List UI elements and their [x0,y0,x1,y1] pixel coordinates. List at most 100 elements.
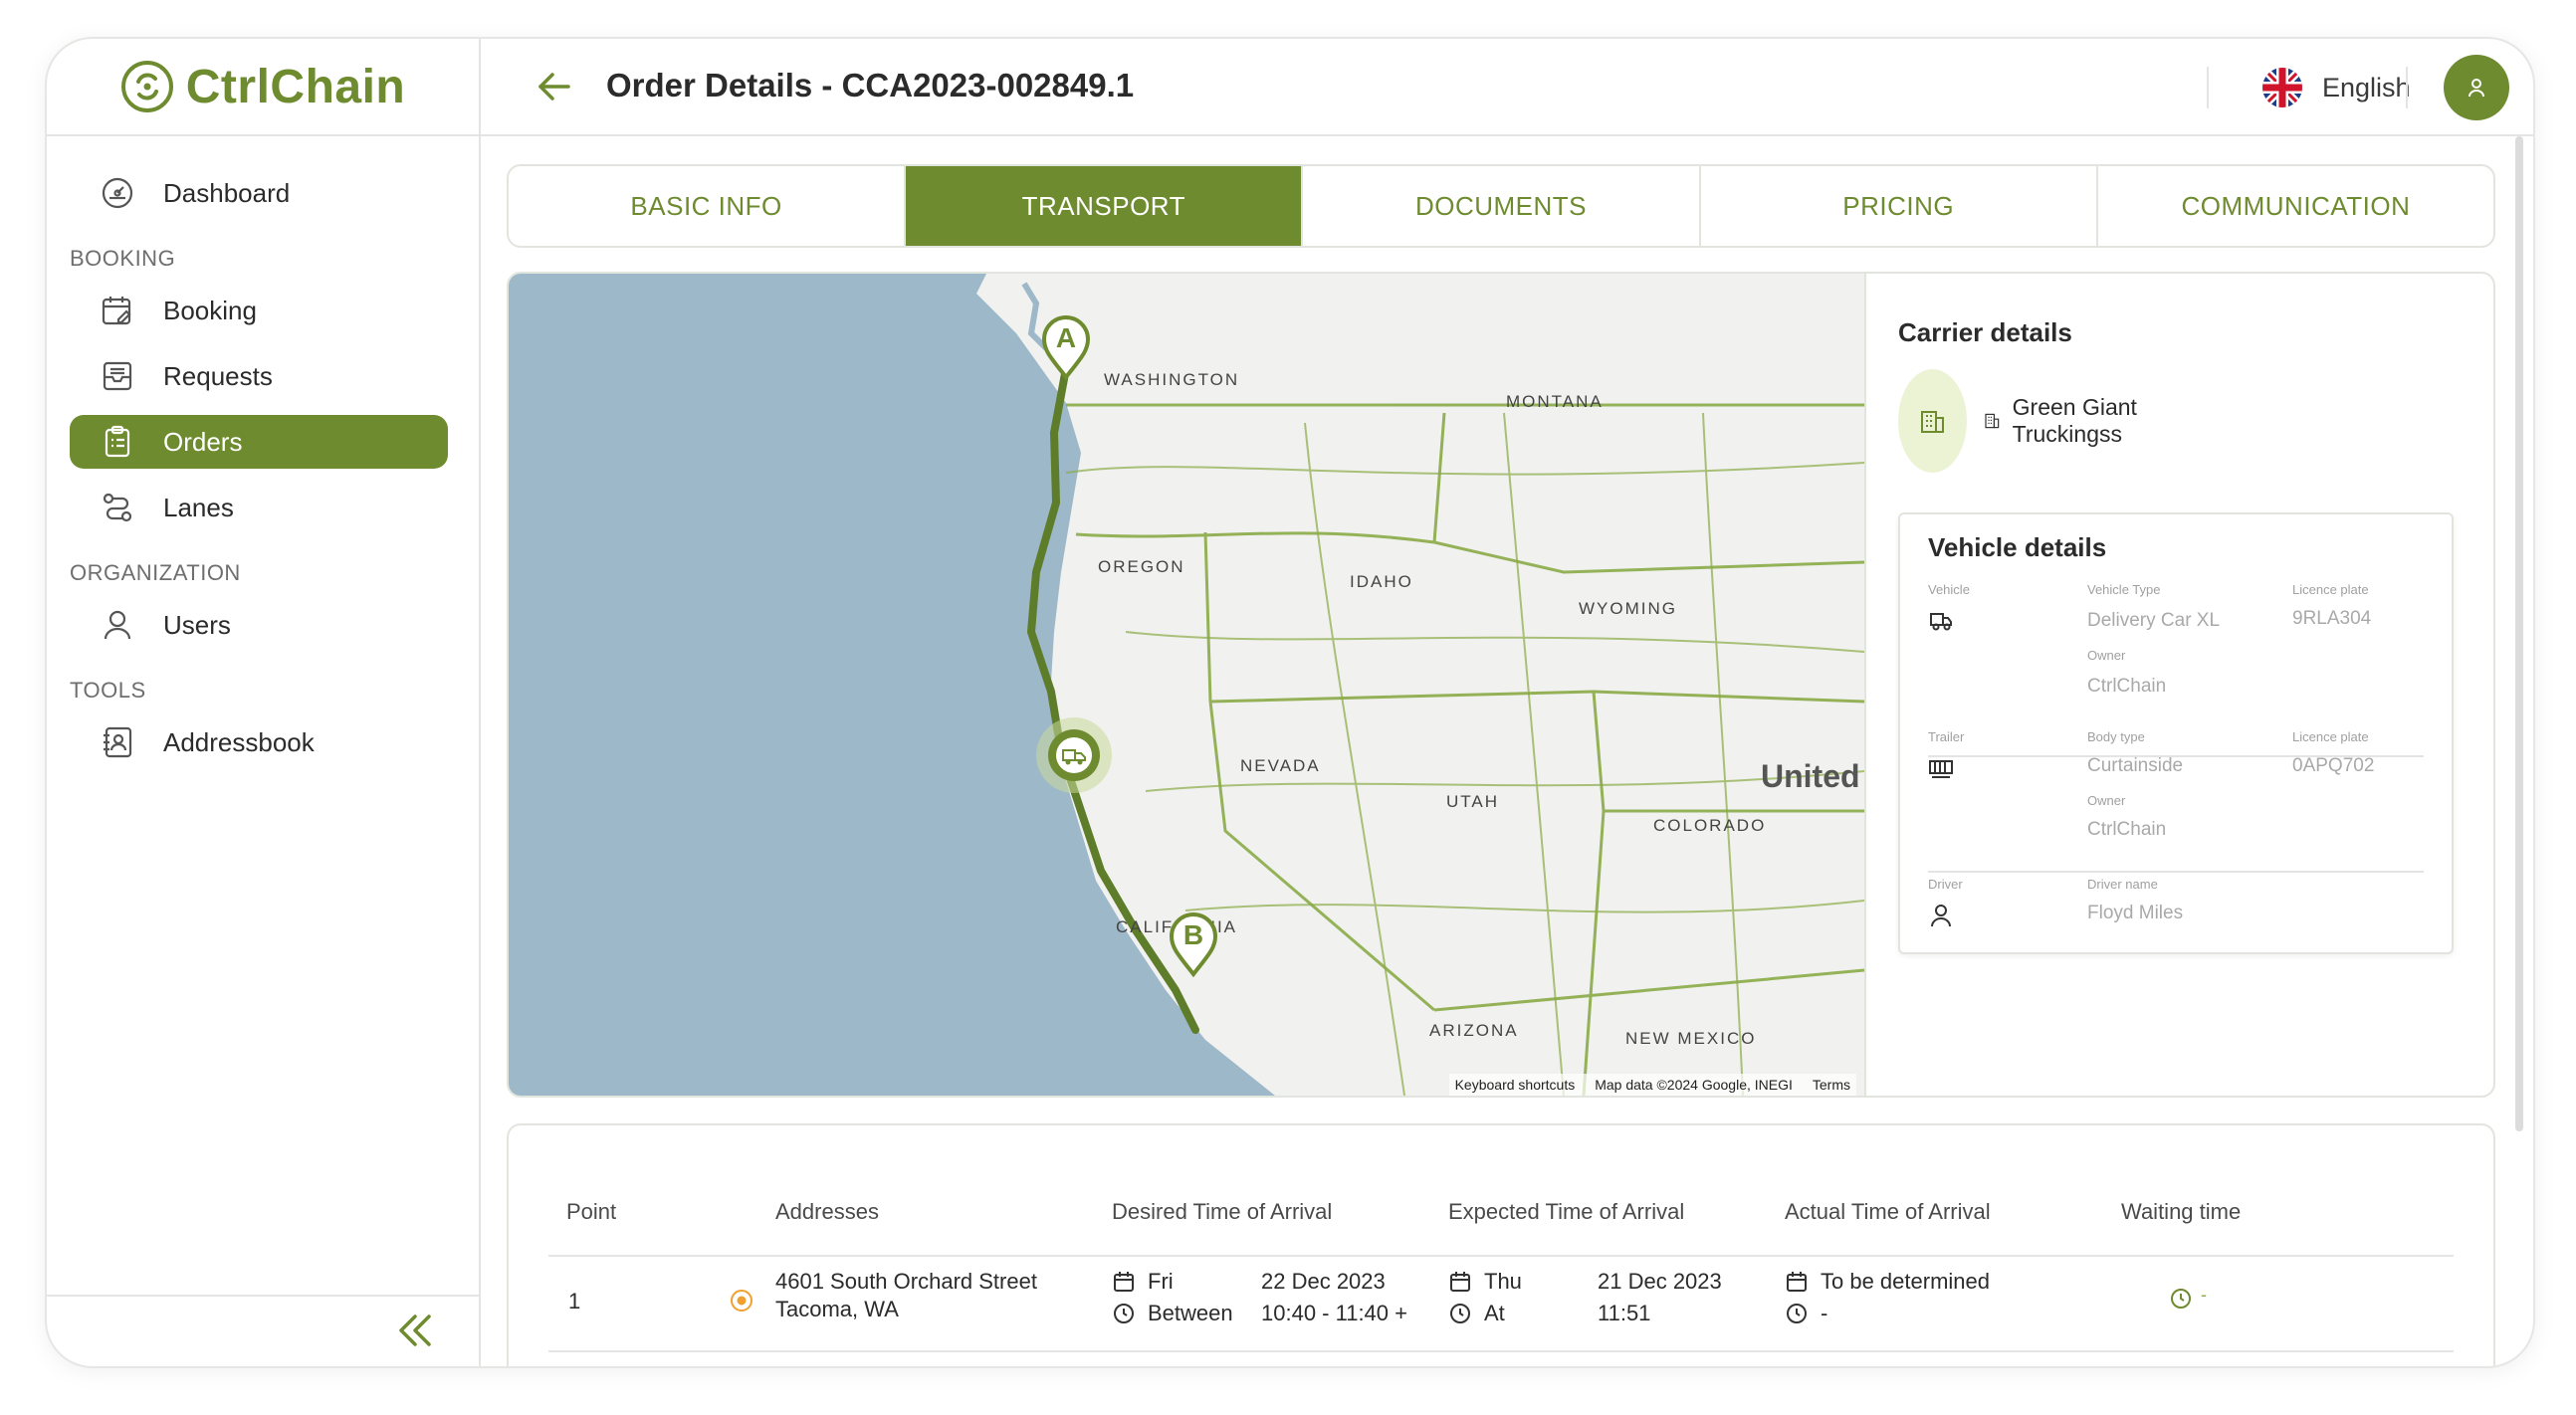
vehicle-caption: Vehicle [1928,582,1970,597]
brand-name: CtrlChain [185,60,406,113]
calendar-icon [1114,1272,1134,1292]
expected-mode: At [1484,1301,1505,1325]
licence-plate-caption: Licence plate [2292,582,2369,597]
building-icon [1921,411,1945,433]
sidebar-item-dashboard[interactable]: Dashboard [70,166,448,220]
user-avatar-button[interactable] [2444,55,2509,120]
carrier-avatar [1898,369,1967,473]
user-icon [2469,79,2484,98]
route-icon [100,490,135,525]
sidebar-item-requests[interactable]: Requests [70,349,448,403]
tab-transport[interactable]: TRANSPORT [906,166,1304,246]
language-selector[interactable]: English [2262,67,2411,108]
sidebar-item-label: Dashboard [163,177,291,208]
uk-flag-icon [2262,68,2302,107]
trailer-icon [1929,760,1953,778]
order-tabs: BASIC INFO TRANSPORT DOCUMENTS PRICING C… [507,164,2495,248]
sidebar-item-booking[interactable]: Booking [70,284,448,337]
double-chevron-left-icon [399,1314,431,1346]
sidebar-item-orders[interactable]: Orders [70,415,448,469]
vehicle-owner: CtrlChain [2087,676,2167,697]
table-header-divider [548,1255,2454,1257]
sidebar-item-label: Orders [163,426,243,457]
truck-position-icon [1036,717,1112,793]
inbox-icon [100,358,135,394]
terms-link[interactable]: Terms [1813,1077,1850,1093]
sidebar-section-organization: ORGANIZATION [70,560,241,585]
truck-icon [1930,613,1952,631]
marker-a-label: A [1056,322,1076,353]
licence-plate-caption: Licence plate [2292,729,2369,744]
back-button[interactable] [535,67,574,106]
ctrlchain-logo-icon [120,60,174,113]
tab-pricing[interactable]: PRICING [1701,166,2098,246]
collapse-sidebar-button[interactable] [395,1311,435,1350]
sidebar-section-tools: TOOLS [70,678,146,703]
table-row-divider [548,1350,2454,1352]
map-label-colorado: COLORADO [1653,816,1766,835]
point-number: 1 [568,1289,581,1314]
clock-icon [1787,1304,1807,1323]
map-label-new-mexico: NEW MEXICO [1625,1029,1756,1048]
body-type-caption: Body type [2087,729,2145,744]
user-icon [1931,905,1951,927]
expected-day: Thu [1484,1269,1522,1294]
column-header-actual-arrival: Actual Time of Arrival [1785,1199,1991,1224]
stops-table: Point Addresses Desired Time of Arrival … [507,1123,2495,1366]
keyboard-shortcuts-link[interactable]: Keyboard shortcuts [1455,1077,1576,1093]
expected-date: 21 Dec 2023 [1598,1269,1722,1294]
sidebar-item-users[interactable]: Users [70,598,448,652]
sidebar-item-label: Booking [163,295,257,325]
desired-mode: Between [1148,1301,1233,1325]
tab-documents[interactable]: DOCUMENTS [1303,166,1701,246]
sidebar-section-booking: BOOKING [70,246,176,271]
column-header-point: Point [566,1199,617,1224]
tab-basic-info[interactable]: BASIC INFO [509,166,907,246]
owner-caption: Owner [2087,648,2126,663]
vehicle-details-title: Vehicle details [1928,532,2107,562]
map-label-idaho: IDAHO [1350,572,1413,591]
vertical-scrollbar[interactable] [2515,136,2523,1366]
trailer-row: Trailer Body type Curtainside Licence pl… [1928,723,2424,873]
map-canvas: WASHINGTON MONTANA OREGON IDAHO WYOMING … [509,274,1865,1096]
waiting-time: - [2201,1285,2207,1305]
pickup-point-icon [731,1290,752,1312]
actual-date: To be determined [1821,1269,1990,1294]
route-map[interactable]: WASHINGTON MONTANA OREGON IDAHO WYOMING … [509,274,1866,1096]
map-label-wyoming: WYOMING [1579,599,1677,618]
map-label-montana: MONTANA [1506,392,1604,411]
clipboard-icon [100,424,135,460]
sidebar-item-label: Addressbook [163,726,315,757]
trailer-licence-plate: 0APQ702 [2292,755,2375,776]
vehicle-type-caption: Vehicle Type [2087,582,2161,597]
carrier-name-row: Green Giant Truckingss [1983,394,2168,448]
building-icon [1985,413,1999,429]
dashboard-icon [100,175,135,211]
sidebar-item-label: Users [163,609,231,640]
transport-card: WASHINGTON MONTANA OREGON IDAHO WYOMING … [507,272,2495,1098]
trailer-caption: Trailer [1928,729,1965,744]
sidebar-item-lanes[interactable]: Lanes [70,481,448,534]
column-header-desired-arrival: Desired Time of Arrival [1112,1199,1333,1224]
scrollbar-thumb[interactable] [2515,136,2523,1131]
address-line-2: Tacoma, WA [775,1297,899,1321]
owner-caption: Owner [2087,793,2126,808]
header-divider [2207,67,2209,108]
carrier-name: Green Giant Truckingss [2012,394,2137,447]
language-label: English [2322,72,2411,102]
arrow-left-icon [538,73,570,101]
logo[interactable]: CtrlChain [47,39,479,136]
actual-time: - [1821,1301,1828,1325]
map-attribution: Keyboard shortcuts Map data ©2024 Google… [1448,1074,1856,1096]
clock-icon [1450,1304,1470,1323]
calendar-icon [1787,1272,1807,1292]
map-data-text: Map data ©2024 Google, INEGI [1595,1077,1793,1093]
top-header: Order Details - CCA2023-002849.1 English [479,39,2533,136]
map-label-united: United [1761,758,1860,794]
header-divider [2406,67,2408,108]
marker-b-label: B [1183,919,1203,950]
vehicle-licence-plate: 9RLA304 [2292,608,2372,629]
sidebar-item-addressbook[interactable]: Addressbook [70,715,448,769]
tab-communication[interactable]: COMMUNICATION [2098,166,2493,246]
desired-time: 10:40 - 11:40 + [1261,1301,1407,1325]
